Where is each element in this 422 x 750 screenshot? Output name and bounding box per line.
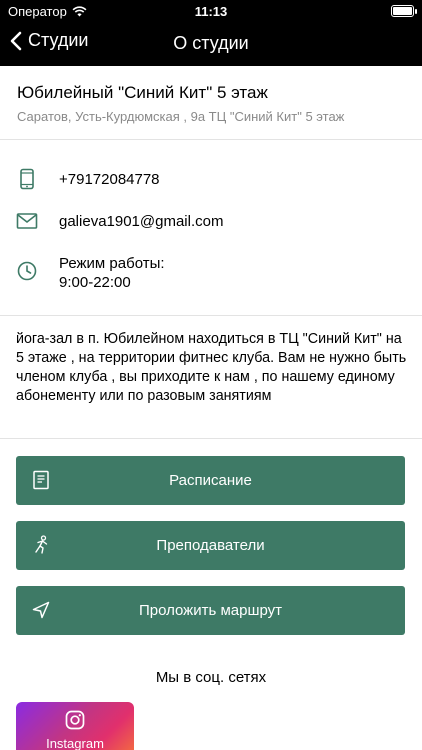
instagram-icon: [65, 710, 85, 730]
page-title: О студии: [173, 33, 249, 53]
schedule-label: Расписание: [169, 472, 252, 489]
instagram-button[interactable]: Instagram: [16, 702, 134, 750]
clock-icon: [17, 261, 37, 281]
mail-icon: [16, 213, 38, 229]
phone-value: +79172084778: [59, 171, 160, 188]
studio-header: Юбилейный "Синий Кит" 5 этаж Саратов, Ус…: [0, 66, 422, 140]
schedule-button[interactable]: Расписание: [16, 456, 405, 505]
divider: [0, 438, 422, 439]
contacts-section: +79172084778 galieva1901@gmail.com Режим…: [0, 140, 422, 316]
status-time: 11:13: [194, 4, 228, 19]
route-label: Проложить маршрут: [138, 602, 283, 619]
studio-description: йога-зал в п. Юбилейном находиться в ТЦ …: [16, 331, 407, 404]
hours-block: Режим работы: 9:00-22:00: [59, 254, 165, 292]
top-bar: Оператор 11:13 Студии О студии: [0, 0, 422, 66]
instagram-label: Instagram: [46, 736, 104, 750]
hours-label: Режим работы:: [59, 255, 165, 272]
navigation-bar: Студии О студии: [0, 22, 422, 66]
studio-name: Юбилейный "Синий Кит" 5 этаж: [17, 83, 268, 102]
teachers-label: Преподаватели: [156, 537, 265, 554]
battery-icon: [391, 5, 417, 17]
route-button[interactable]: Проложить маршрут: [16, 586, 405, 635]
studio-address: Саратов, Усть-Курдюмская , 9а ТЦ "Синий …: [17, 109, 345, 124]
teachers-button[interactable]: Преподаватели: [16, 521, 405, 570]
phone-icon: [20, 168, 34, 190]
social-title: Мы в соц. сетях: [155, 669, 267, 686]
email-value: galieva1901@gmail.com: [59, 213, 224, 230]
status-bar: Оператор 11:13: [0, 0, 422, 22]
hours-value: 9:00-22:00: [59, 274, 131, 291]
